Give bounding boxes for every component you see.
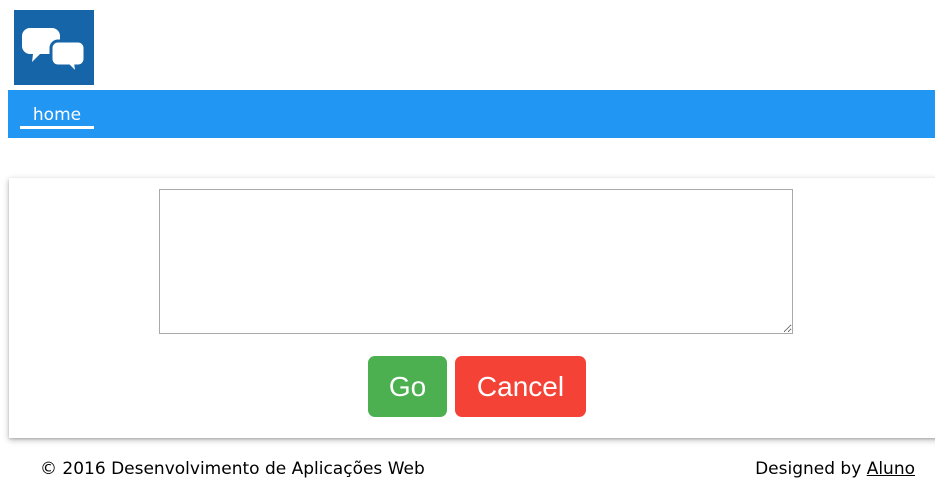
- logo: [14, 10, 94, 85]
- message-card: Go Cancel: [9, 178, 935, 438]
- cancel-button[interactable]: Cancel: [455, 356, 586, 417]
- footer-credits: Designed by Aluno: [755, 458, 915, 480]
- navbar: home: [8, 90, 935, 138]
- footer-copyright: © 2016 Desenvolvimento de Aplicações Web: [40, 459, 425, 479]
- chat-bubbles-icon: [22, 28, 87, 79]
- nav-home-link[interactable]: home: [20, 104, 94, 129]
- author-link[interactable]: Aluno: [867, 459, 915, 479]
- go-button[interactable]: Go: [368, 356, 447, 417]
- message-textarea[interactable]: [159, 189, 793, 334]
- designed-by-text: Designed by: [755, 459, 867, 479]
